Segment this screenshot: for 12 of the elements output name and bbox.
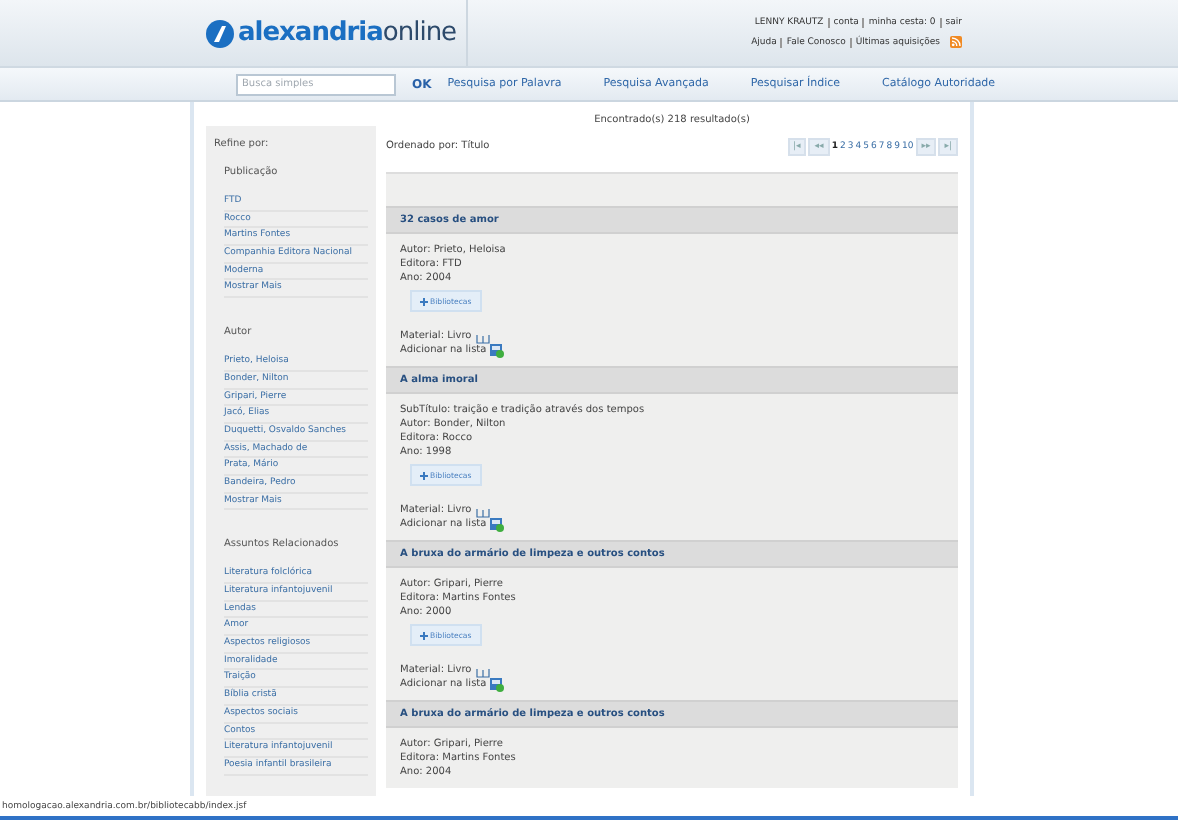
add-list-icon[interactable]: [490, 344, 505, 358]
plus-icon: [420, 631, 428, 639]
book-icon: [475, 508, 490, 518]
book-icon: [475, 334, 490, 344]
add-list-icon[interactable]: [490, 518, 505, 532]
rss-icon[interactable]: [950, 36, 962, 48]
plus-icon: [420, 297, 428, 305]
logo-text[interactable]: alexandriaonline: [238, 18, 457, 48]
book-icon: [475, 668, 490, 678]
plus-icon: [420, 471, 428, 479]
add-list-icon[interactable]: [490, 678, 505, 692]
logo-icon: [206, 19, 234, 47]
